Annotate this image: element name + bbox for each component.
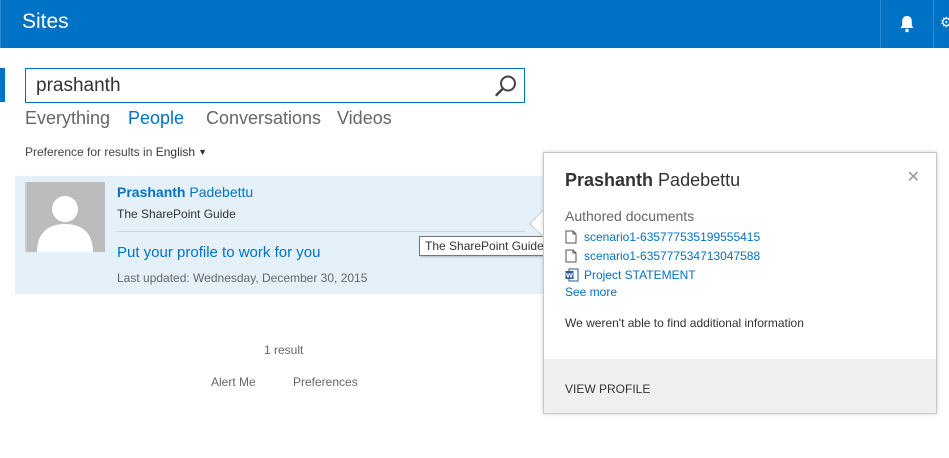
hover-card-last-name: Padebettu [658, 170, 741, 190]
document-name: Project STATEMENT [584, 268, 696, 282]
tooltip: The SharePoint Guide [419, 236, 550, 256]
search-icon[interactable] [494, 74, 518, 98]
word-document-icon: W [565, 268, 579, 282]
document-icon [565, 230, 577, 244]
document-link[interactable]: scenario1-635777534713047588 [565, 249, 760, 265]
result-divider [117, 231, 525, 232]
document-link[interactable]: W Project STATEMENT [565, 268, 696, 284]
language-value: English [155, 145, 196, 159]
view-profile-button[interactable]: VIEW PROFILE [565, 382, 650, 396]
hover-card-name: Prashanth Padebettu [565, 170, 740, 191]
result-count: 1 result [264, 343, 304, 357]
hover-card: Prashanth Padebettu ✕ Authored documents… [543, 152, 937, 414]
search-box[interactable] [25, 68, 525, 103]
tab-people[interactable]: People [128, 108, 184, 129]
hover-card-footer: VIEW PROFILE [544, 359, 936, 413]
language-dropdown[interactable]: English ▼ [156, 145, 207, 159]
document-name: scenario1-635777535199555415 [584, 230, 761, 244]
person-name-link[interactable]: Prashanth Padebettu [117, 184, 253, 200]
language-preference: Preference for results in English ▼ [25, 145, 207, 159]
person-first-name: Prashanth [117, 184, 186, 200]
tab-videos[interactable]: Videos [337, 108, 392, 129]
alert-me-link[interactable]: Alert Me [211, 375, 256, 389]
tab-conversations[interactable]: Conversations [206, 108, 321, 129]
svg-text:W: W [566, 272, 573, 280]
profile-work-link[interactable]: Put your profile to work for you [117, 244, 320, 261]
document-icon [565, 249, 577, 263]
authored-documents-heading: Authored documents [565, 208, 695, 224]
document-link[interactable]: scenario1-635777535199555415 [565, 230, 760, 246]
info-message: We weren't able to find additional infor… [565, 316, 804, 330]
bell-icon [900, 16, 914, 33]
person-last-name: Padebettu [189, 184, 254, 200]
last-updated-text: Last updated: Wednesday, December 30, 20… [117, 271, 368, 285]
avatar[interactable] [25, 182, 105, 252]
see-more-link[interactable]: See more [565, 285, 617, 299]
person-organization: The SharePoint Guide [117, 207, 236, 221]
suite-bar-divider [0, 0, 1, 48]
chevron-down-icon: ▼ [198, 147, 208, 157]
preference-label: Preference for results in [25, 145, 153, 159]
search-accent-bar [0, 68, 5, 102]
tab-everything[interactable]: Everything [25, 108, 110, 129]
document-name: scenario1-635777534713047588 [584, 249, 761, 263]
settings-icon[interactable]: ⚙ [940, 14, 949, 31]
person-placeholder-icon [37, 196, 93, 252]
notifications-button[interactable] [880, 0, 934, 48]
suite-bar-title[interactable]: Sites [22, 10, 69, 34]
suite-bar: Sites ⚙ [0, 0, 949, 48]
hover-card-first-name: Prashanth [565, 170, 654, 190]
close-icon[interactable]: ✕ [907, 167, 920, 187]
people-result-item[interactable]: Prashanth Padebettu The SharePoint Guide… [15, 176, 545, 294]
search-input[interactable] [34, 72, 488, 100]
preferences-link[interactable]: Preferences [293, 375, 358, 389]
